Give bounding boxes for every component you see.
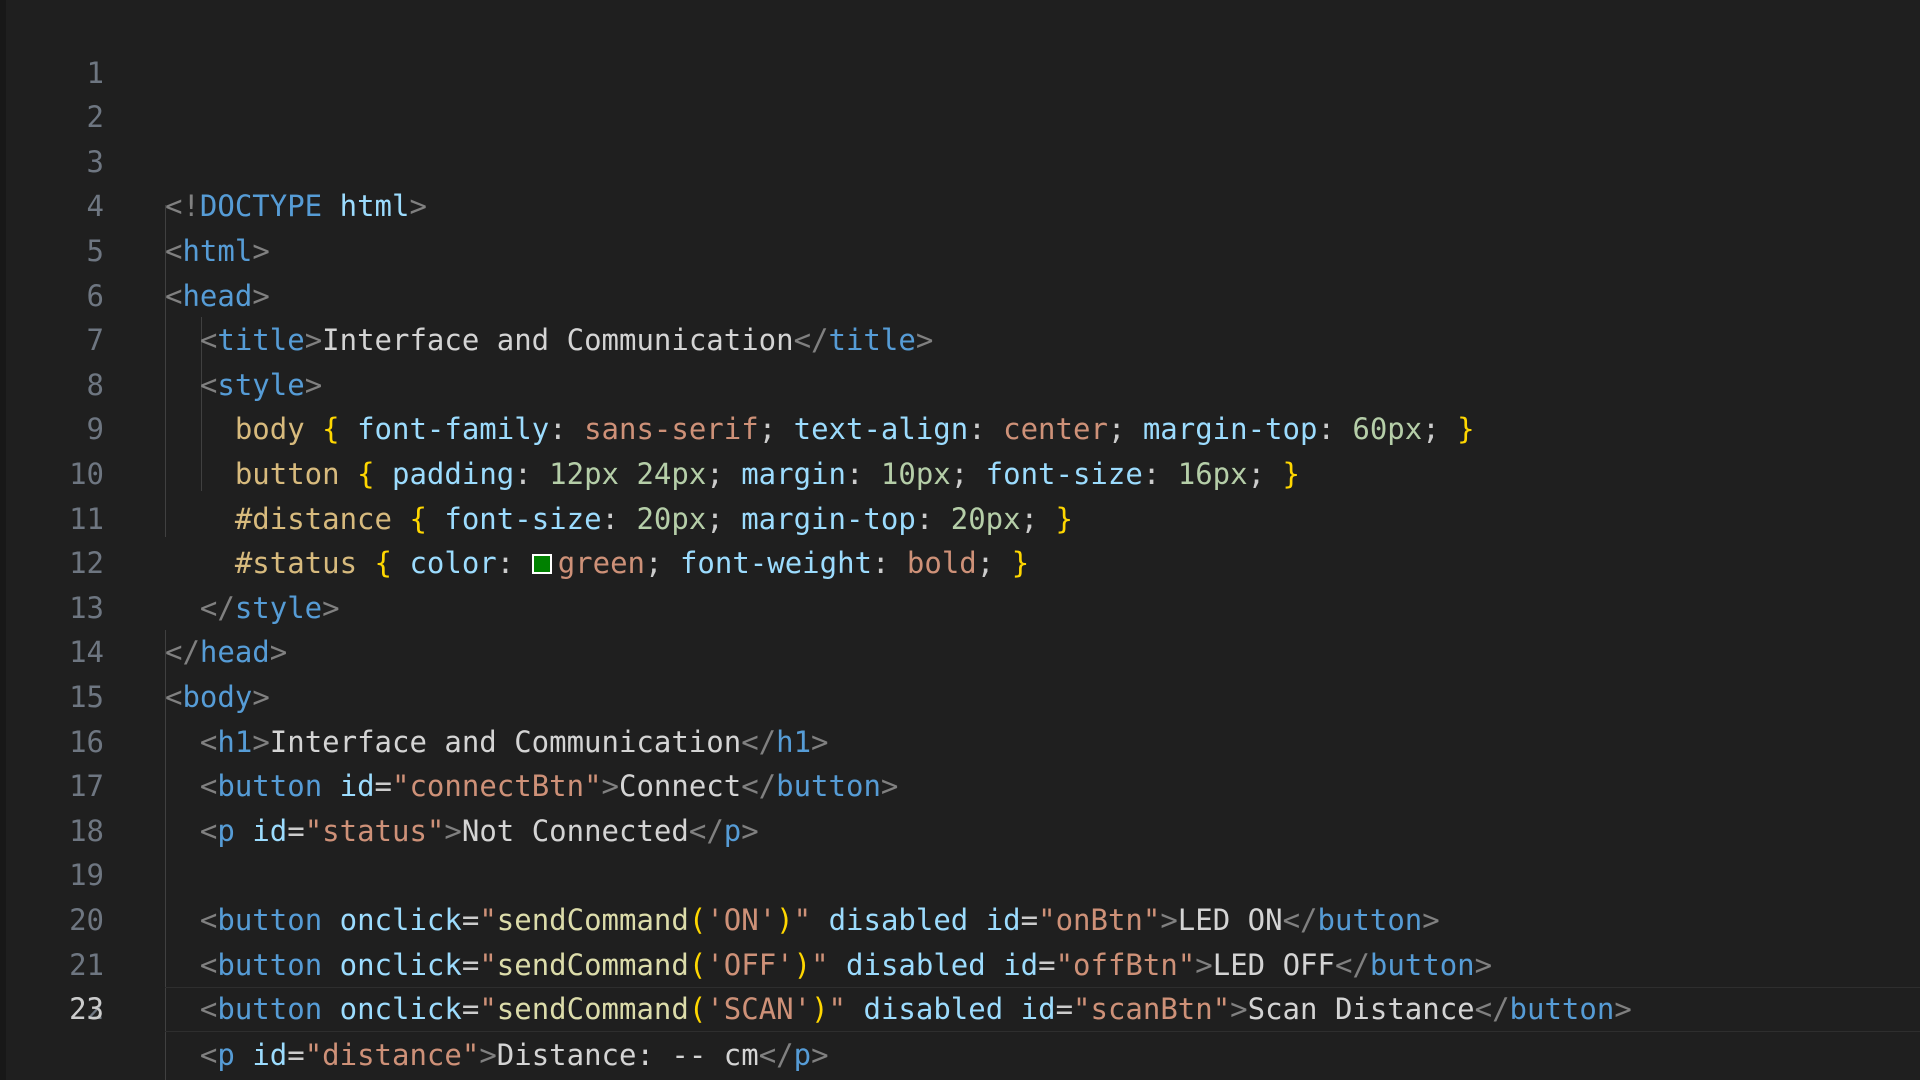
- code-line[interactable]: 10 #distance { font-size: 20px; margin-t…: [0, 407, 1920, 536]
- code-line[interactable]: 22: [0, 943, 1920, 1026]
- code-line[interactable]: 15 <h1>Interface and Communication</h1>: [0, 630, 1920, 759]
- current-code-line[interactable]: <p id="distance">Distance: -- cm</p>: [165, 987, 1920, 1072]
- code-line[interactable]: 20 <button onclick="sendCommand('OFF')" …: [0, 853, 1920, 982]
- code-line[interactable]: 17 <p id="status">Not Connected</p>: [0, 720, 1920, 848]
- code-line[interactable]: 9 button { padding: 12px 24px; margin: 1…: [0, 363, 1920, 491]
- code-line[interactable]: 6 <title>Interface and Communication</ti…: [0, 229, 1920, 358]
- code-line[interactable]: 2: [0, 51, 1920, 134]
- current-line-number: 23: [69, 992, 104, 1027]
- code-line[interactable]: 18: [0, 764, 1920, 848]
- code-line[interactable]: 14 <body>: [0, 586, 1920, 714]
- code-line[interactable]: 21 <button onclick="sendCommand('SCAN')"…: [0, 898, 1920, 1027]
- code-line[interactable]: 1: [0, 6, 1920, 90]
- code-line[interactable]: 13 </head>: [0, 541, 1920, 670]
- code-line[interactable]: 8 body { font-family: sans-serif; text-a…: [0, 318, 1920, 447]
- code-line[interactable]: 16 <button id="connectBtn">Connect</butt…: [0, 675, 1920, 804]
- code-line[interactable]: 5 <head>: [0, 184, 1920, 313]
- code-line[interactable]: 19 <button onclick="sendCommand('ON')" d…: [0, 809, 1920, 937]
- code-line[interactable]: 24: [0, 1032, 1920, 1077]
- code-editor[interactable]: 1 2 3 <!DOCTYPE html> 4 <html> 5 <head> …: [0, 0, 1920, 1080]
- code-line[interactable]: 3 <!DOCTYPE html>: [0, 95, 1920, 224]
- code-line[interactable]: 12 </style>: [0, 497, 1920, 625]
- code-line[interactable]: 7 <style>: [0, 274, 1920, 402]
- line-number: 24: [0, 1076, 104, 1080]
- code-line[interactable]: 11 #status { color: green; font-weight: …: [0, 452, 1920, 581]
- code-line[interactable]: 4 <html>: [0, 140, 1920, 268]
